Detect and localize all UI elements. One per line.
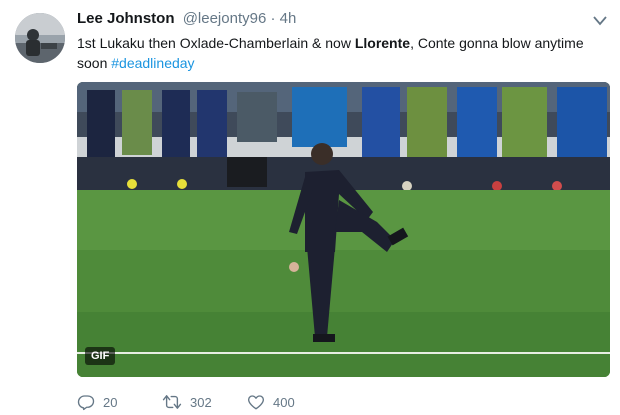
avatar-image xyxy=(15,13,65,63)
gif-badge: GIF xyxy=(85,347,116,365)
retweet-icon xyxy=(162,395,182,409)
tweet-header: Lee Johnston @leejonty96 · 4h xyxy=(77,10,296,30)
tweet[interactable]: Lee Johnston @leejonty96 · 4h 1st Lukaku… xyxy=(0,0,620,415)
like-count: 400 xyxy=(273,394,295,410)
author-name[interactable]: Lee Johnston xyxy=(77,10,175,27)
tweet-text-part1: 1st Lukaku then Oxlade-Chamberlain & now xyxy=(77,35,355,51)
tweet-text-bold: Llorente xyxy=(354,35,411,51)
retweet-count: 302 xyxy=(190,394,212,410)
tweet-media-gif[interactable]: GIF xyxy=(77,82,610,377)
reply-icon xyxy=(77,395,95,411)
like-button[interactable]: 400 xyxy=(247,392,295,412)
reply-count: 20 xyxy=(103,394,118,410)
reply-button[interactable]: 20 xyxy=(77,392,117,412)
gif-frame xyxy=(77,82,610,377)
author-handle[interactable]: @leejonty96 xyxy=(183,10,267,27)
tweet-text: 1st Lukaku then Oxlade-Chamberlain & now… xyxy=(77,33,607,73)
heart-icon xyxy=(248,395,264,410)
chevron-down-icon xyxy=(593,16,607,26)
avatar[interactable] xyxy=(15,13,65,63)
separator-dot: · xyxy=(270,10,276,27)
retweet-button[interactable]: 302 xyxy=(162,392,212,412)
tweet-menu-button[interactable] xyxy=(592,14,608,28)
hashtag-link[interactable]: #deadlineday xyxy=(111,55,194,71)
tweet-timestamp[interactable]: 4h xyxy=(280,10,297,27)
